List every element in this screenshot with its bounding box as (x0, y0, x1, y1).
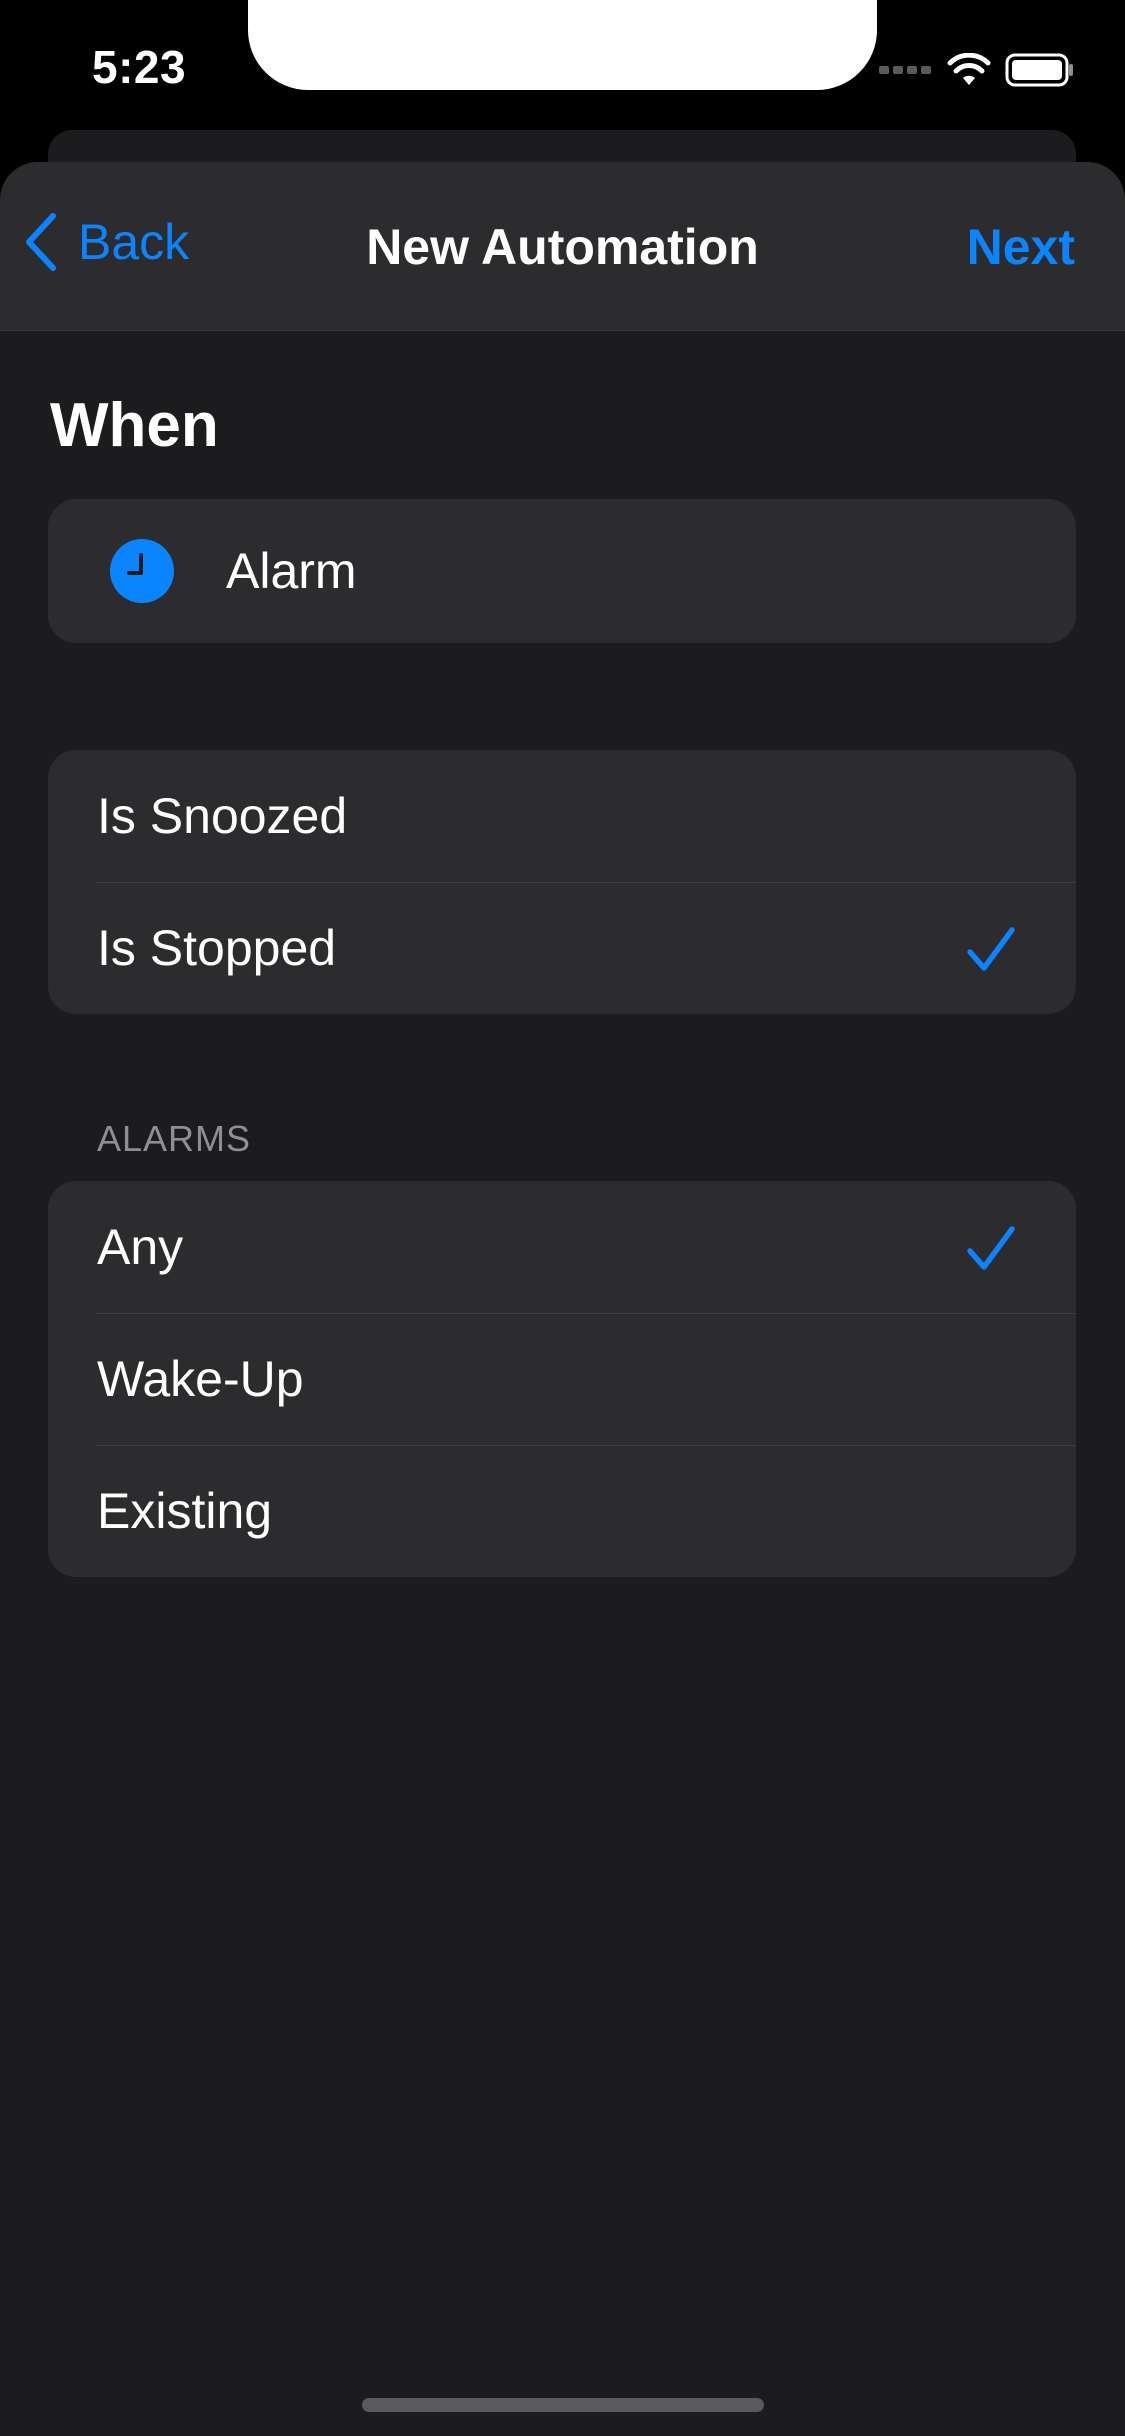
section-title-when: When (50, 391, 219, 460)
checkmark-icon (967, 927, 1015, 971)
option-is-stopped[interactable]: Is Stopped (48, 882, 1076, 1014)
checkmark-icon (967, 1226, 1015, 1270)
back-button[interactable]: Back (24, 212, 189, 272)
status-time: 5:23 (92, 41, 187, 93)
next-button[interactable]: Next (967, 218, 1075, 276)
back-button-label: Back (78, 214, 190, 270)
alarms-section-header: ALARMS (97, 1118, 252, 1159)
device-notch (248, 0, 877, 90)
alarm-option-any[interactable]: Any (48, 1181, 1076, 1313)
screen: 5:23 Back New Automation Next When Alarm… (0, 0, 1125, 2436)
option-label: Existing (97, 1483, 273, 1539)
trigger-label: Alarm (226, 543, 357, 599)
event-options-group: Is Snoozed Is Stopped (48, 750, 1076, 1014)
home-indicator[interactable] (362, 2398, 764, 2412)
automation-sheet: Back New Automation Next When Alarm Is S… (0, 162, 1125, 2436)
status-icons (879, 48, 1075, 92)
clock-icon (110, 539, 174, 603)
trigger-row[interactable]: Alarm (48, 499, 1076, 643)
chevron-left-icon (26, 213, 56, 271)
option-label: Any (97, 1219, 184, 1275)
option-label: Is Stopped (97, 920, 337, 976)
option-label: Is Snoozed (97, 788, 348, 844)
signal-dots-icon (879, 66, 931, 74)
wifi-icon (947, 53, 991, 85)
option-is-snoozed[interactable]: Is Snoozed (48, 750, 1076, 882)
battery-icon (1005, 53, 1073, 87)
navigation-bar: Back New Automation Next (0, 162, 1125, 331)
alarms-options-group: Any Wake-Up Existing (48, 1181, 1076, 1577)
alarm-option-wake-up[interactable]: Wake-Up (48, 1313, 1076, 1445)
option-label: Wake-Up (97, 1351, 304, 1407)
alarm-option-existing[interactable]: Existing (48, 1445, 1076, 1577)
trigger-card[interactable]: Alarm (48, 499, 1076, 643)
